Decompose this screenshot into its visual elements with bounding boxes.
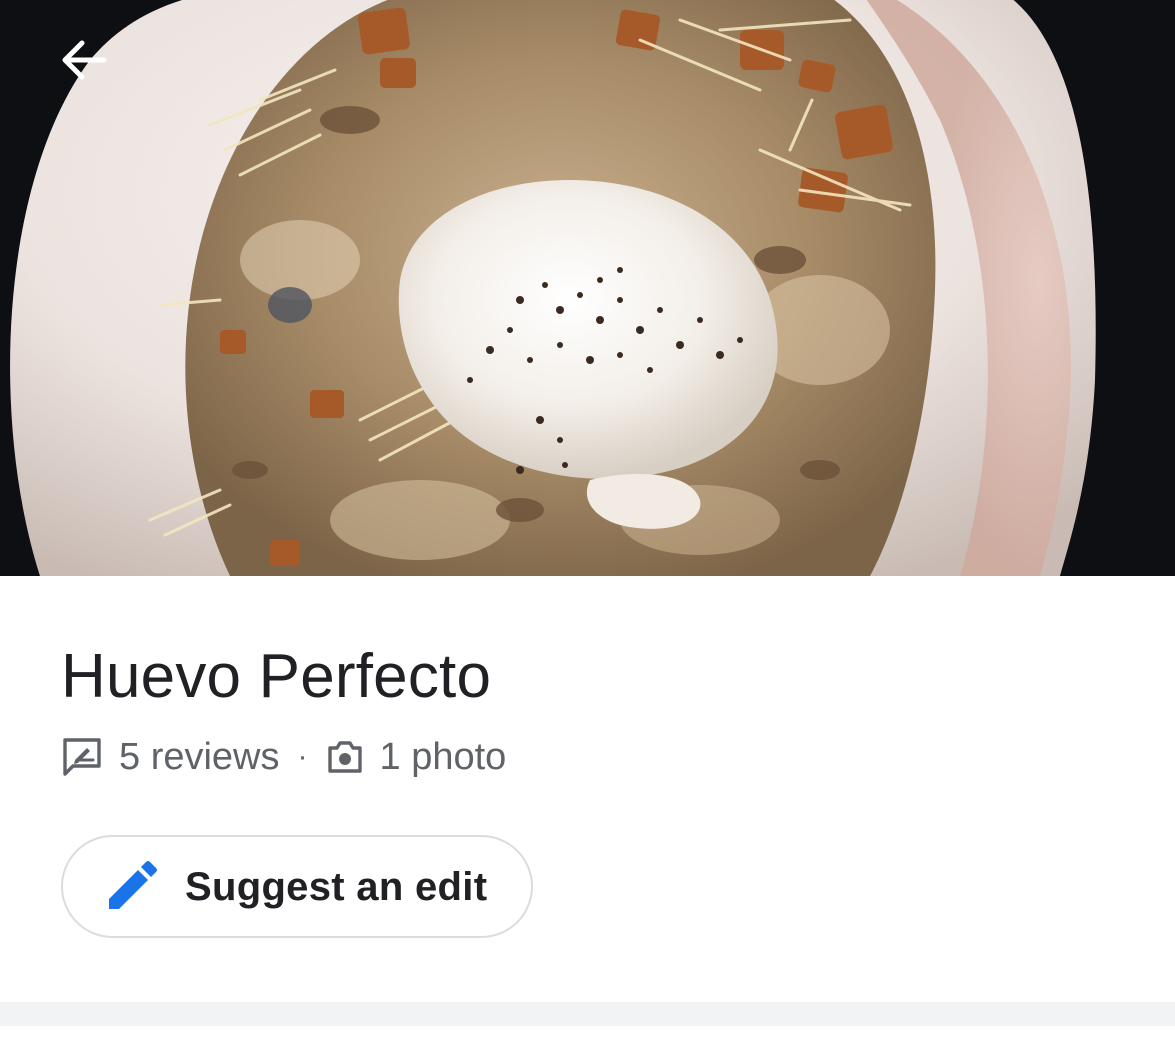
photos-count: 1 photo xyxy=(379,735,507,778)
review-icon xyxy=(61,736,103,778)
camera-icon xyxy=(326,738,364,776)
reviews-count: 5 reviews xyxy=(119,735,280,778)
pencil-icon xyxy=(109,861,157,909)
dish-photo xyxy=(0,0,1175,576)
place-info-panel: Huevo Perfecto 5 reviews · 1 photo Sugge… xyxy=(0,576,1175,1002)
section-divider xyxy=(0,1002,1175,1026)
arrow-left-icon xyxy=(62,40,107,80)
meta-separator: · xyxy=(297,740,308,773)
reviews-link[interactable]: 5 reviews xyxy=(61,736,280,779)
place-details-screen: Huevo Perfecto 5 reviews · 1 photo Sugge… xyxy=(0,0,1175,1040)
place-stats: 5 reviews · 1 photo xyxy=(61,732,506,782)
photos-link[interactable]: 1 photo xyxy=(326,735,507,779)
place-hero-photo[interactable] xyxy=(0,0,1175,576)
suggest-edit-label: Suggest an edit xyxy=(185,865,488,909)
place-title: Huevo Perfecto xyxy=(61,642,492,711)
back-button[interactable] xyxy=(46,22,122,98)
suggest-edit-button[interactable]: Suggest an edit xyxy=(61,835,533,938)
